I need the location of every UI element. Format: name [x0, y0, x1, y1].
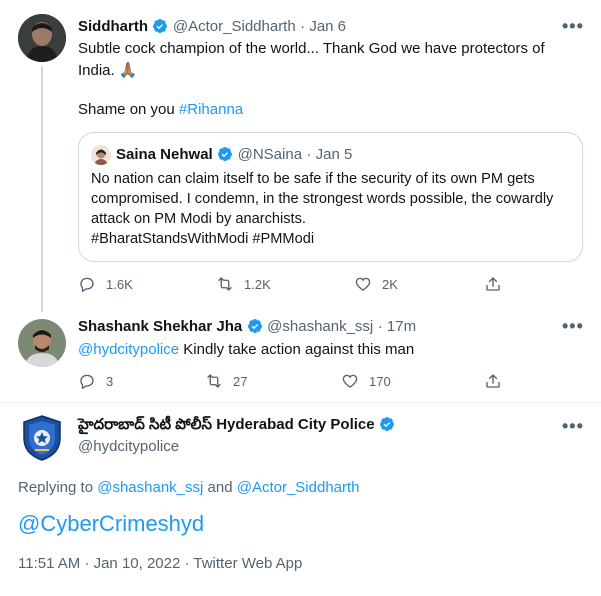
like-count: 170	[369, 373, 391, 389]
hashtag-link[interactable]: #Rihanna	[179, 101, 243, 118]
person-silhouette-icon	[18, 319, 66, 367]
person-silhouette-icon	[18, 14, 66, 62]
quoted-author-handle: @NSaina	[237, 146, 303, 163]
tweet-text-line: Subtle cock champion of the world... Tha…	[78, 40, 545, 57]
replying-to-joiner: and	[203, 479, 237, 496]
more-options-icon[interactable]: •••	[562, 316, 584, 337]
author-name[interactable]: Shashank Shekhar Jha	[78, 318, 242, 335]
share-button[interactable]	[484, 372, 502, 390]
tweet-header: Siddharth @Actor_Siddharth · Jan 6	[78, 18, 346, 36]
avatar-saina[interactable]	[91, 145, 111, 165]
replying-to-label: Replying to	[18, 479, 98, 496]
person-silhouette-icon	[91, 145, 111, 165]
author-name[interactable]: Siddharth	[78, 18, 148, 35]
reply-count: 1.6K	[106, 276, 133, 292]
divider	[0, 402, 601, 403]
like-count: 2K	[382, 276, 398, 292]
share-icon	[486, 374, 500, 388]
main-tweet-mention[interactable]: @CyberCrimeshyd	[18, 511, 204, 537]
more-options-icon[interactable]: •••	[562, 16, 584, 37]
reply-count: 3	[106, 373, 114, 389]
retweet-count: 1.2K	[244, 276, 271, 292]
tweet-text-line: Shame on you #Rihanna	[78, 100, 243, 120]
tweet-text-line: India. 🙏🏽	[78, 62, 138, 79]
mention-link[interactable]: @hydcitypolice	[78, 341, 179, 358]
verified-badge-icon	[380, 417, 395, 432]
avatar-shashank[interactable]	[18, 319, 66, 367]
tweet-text: Shame on you	[78, 101, 179, 118]
retweet-count: 27	[233, 373, 248, 389]
quoted-text-line: No nation can claim itself to be safe if…	[91, 171, 535, 187]
thread-connector-line	[41, 66, 43, 312]
like-button[interactable]: 170	[341, 372, 391, 390]
retweet-icon	[218, 277, 232, 291]
tweet-header: హైదరాబాద్ సిటీ పోలీస్ Hyderabad City Pol…	[78, 416, 395, 437]
share-icon	[486, 277, 500, 291]
replying-to-line: Replying to @shashank_ssj and @Actor_Sid…	[18, 479, 360, 496]
reply-button[interactable]: 3	[78, 372, 113, 390]
author-handle[interactable]: @shashank_ssj	[267, 318, 373, 335]
tweet-text-line: @hydcitypolice Kindly take action agains…	[78, 340, 414, 360]
tweet-time[interactable]: · Jan 6	[300, 18, 346, 35]
quoted-tweet-header: Saina Nehwal @NSaina · Jan 5	[116, 146, 352, 164]
share-button[interactable]	[484, 275, 502, 293]
tweet-time[interactable]: · 17m	[378, 318, 416, 335]
quoted-text-line: compromised. I condemn, in the strongest…	[91, 191, 554, 207]
police-badge-icon	[23, 415, 61, 461]
heart-icon	[342, 374, 358, 388]
quoted-author-name: Saina Nehwal	[116, 146, 213, 163]
reply-target-link[interactable]: @Actor_Siddharth	[237, 479, 360, 496]
reply-icon	[80, 374, 94, 390]
reply-target-link[interactable]: @shashank_ssj	[97, 479, 203, 496]
tweet-header: Shashank Shekhar Jha @shashank_ssj · 17m	[78, 318, 416, 336]
heart-icon	[355, 277, 371, 291]
retweet-button[interactable]: 1.2K	[216, 275, 271, 293]
quoted-text-line: #BharatStandsWithModi #PMModi	[91, 231, 315, 247]
like-button[interactable]: 2K	[354, 275, 398, 293]
avatar-siddharth[interactable]	[18, 14, 66, 62]
reply-icon	[80, 277, 94, 293]
retweet-icon	[207, 374, 221, 388]
retweet-button[interactable]: 27	[205, 372, 247, 390]
author-name[interactable]: హైదరాబాద్ సిటీ పోలీస్ Hyderabad City Pol…	[78, 416, 375, 433]
quoted-text-line: attack on PM Modi by anarchists.	[91, 211, 306, 227]
quoted-tweet-time: · Jan 5	[306, 146, 353, 163]
author-handle[interactable]: @hydcitypolice	[78, 438, 179, 455]
author-handle[interactable]: @Actor_Siddharth	[173, 18, 296, 35]
avatar-hydcitypolice[interactable]	[20, 414, 64, 462]
more-options-icon[interactable]: •••	[562, 416, 584, 437]
verified-badge-icon	[218, 147, 233, 162]
tweet-text: Kindly take action against this man	[179, 341, 415, 358]
reply-button[interactable]: 1.6K	[78, 275, 133, 293]
verified-badge-icon	[247, 319, 262, 334]
tweet-timestamp-meta[interactable]: 11:51 AM · Jan 10, 2022 · Twitter Web Ap…	[18, 555, 302, 572]
verified-badge-icon	[153, 19, 168, 34]
